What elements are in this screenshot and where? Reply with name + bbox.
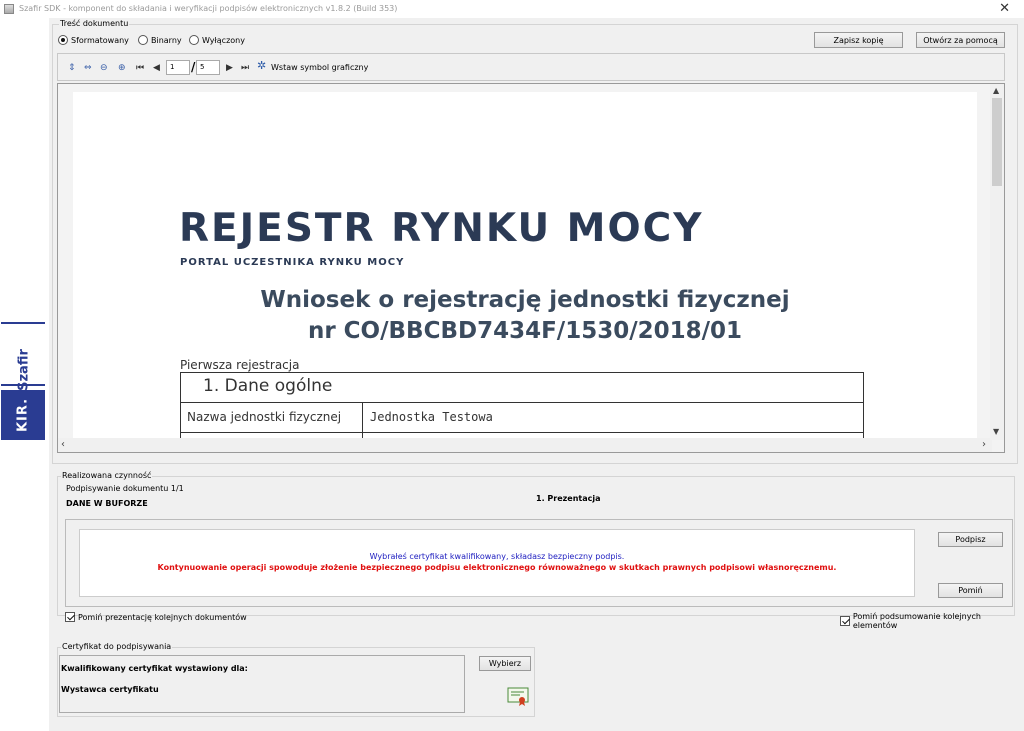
document-page: REJESTR RYNKU MOCY PORTAL UCZESTNIKA RYN… xyxy=(73,92,977,452)
radio-formatted-label: Sformatowany xyxy=(71,35,129,45)
field-value: Jednostka Testowa xyxy=(370,410,493,424)
page-separator: / xyxy=(191,60,196,74)
current-page-input[interactable]: 1 xyxy=(166,60,190,75)
certificate-icon xyxy=(507,687,529,706)
brand-divider xyxy=(1,384,45,386)
field-label: Nazwa jednostki fizycznej xyxy=(181,403,363,432)
first-page-icon[interactable]: ⏮ xyxy=(136,63,144,73)
kir-logo-text: KIR. xyxy=(15,397,31,433)
choose-certificate-button[interactable]: Wybierz xyxy=(479,656,531,671)
title-bar: Szafir SDK - komponent do składania i we… xyxy=(0,0,1024,18)
first-registration-label: Pierwsza rejestracja xyxy=(180,358,300,372)
radio-formatted[interactable]: Sformatowany xyxy=(58,35,129,45)
skip-summary-checkbox[interactable]: Pomiń podsumowanie kolejnych elementów xyxy=(840,612,1024,630)
radio-binary-circle[interactable] xyxy=(138,35,148,45)
radio-binary-label: Binarny xyxy=(151,35,182,45)
document-heading-line1: Wniosek o rejestrację jednostki fizyczne… xyxy=(260,287,790,313)
certificate-group: Certyfikat do podpisywania Kwalifikowany… xyxy=(57,642,535,717)
scroll-right-icon[interactable]: › xyxy=(982,439,986,450)
fit-height-icon[interactable]: ⇕ xyxy=(68,63,76,73)
certificate-details: Kwalifikowany certyfikat wystawiony dla:… xyxy=(59,655,465,713)
certificate-issued-for-label: Kwalifikowany certyfikat wystawiony dla: xyxy=(61,664,248,673)
zoom-in-icon[interactable]: ⊕ xyxy=(118,63,126,73)
insert-symbol-icon[interactable]: ✲ xyxy=(257,60,266,71)
open-with-button[interactable]: Otwórz za pomocą xyxy=(916,32,1005,48)
action-group: Realizowana czynność Podpisywanie dokume… xyxy=(57,471,1015,616)
horizontal-scrollbar[interactable]: ‹ › xyxy=(58,438,992,452)
document-heading-line2: nr CO/BBCBD7434F/1530/2018/01 xyxy=(307,318,743,344)
brand-divider xyxy=(1,322,45,324)
last-page-icon[interactable]: ⏭ xyxy=(241,63,249,73)
document-viewer[interactable]: REJESTR RYNKU MOCY PORTAL UCZESTNIKA RYN… xyxy=(57,83,1005,453)
insert-symbol-button[interactable]: Wstaw symbol graficzny xyxy=(271,63,368,72)
signing-panel: Wybrałeś certyfikat kwalifikowany, skład… xyxy=(65,519,1013,607)
info-message: Wybrałeś certyfikat kwalifikowany, skład… xyxy=(369,552,625,561)
warning-message: Kontynuowanie operacji spowoduje złożeni… xyxy=(157,563,837,572)
kir-logo: KIR. xyxy=(1,390,45,440)
save-copy-button[interactable]: Zapisz kopię xyxy=(814,32,903,48)
signing-progress: Podpisywanie dokumentu 1/1 xyxy=(66,484,184,493)
skip-presentation-checkbox[interactable]: Pomiń prezentację kolejnych dokumentów xyxy=(65,612,247,622)
skip-presentation-label: Pomiń prezentację kolejnych dokumentów xyxy=(78,612,247,622)
scroll-left-icon[interactable]: ‹ xyxy=(61,439,65,450)
scroll-down-icon[interactable]: ▼ xyxy=(993,427,999,436)
brand-strip: Szafir KIR. xyxy=(0,322,46,440)
action-group-label: Realizowana czynność xyxy=(61,471,153,480)
skip-presentation-box[interactable] xyxy=(65,612,75,622)
radio-binary[interactable]: Binarny xyxy=(138,35,182,45)
document-content-group-label: Treść dokumentu xyxy=(59,19,130,28)
close-icon[interactable]: ✕ xyxy=(999,1,1010,16)
table-row: Nazwa jednostki fizycznej Jednostka Test… xyxy=(181,403,863,433)
zoom-out-icon[interactable]: ⊖ xyxy=(100,63,108,73)
scroll-up-icon[interactable]: ▲ xyxy=(993,86,999,95)
radio-disabled[interactable]: Wyłączony xyxy=(189,35,245,45)
total-pages-field: 5 xyxy=(196,60,220,75)
certificate-issuer-label: Wystawca certyfikatu xyxy=(61,685,159,694)
general-data-table: 1. Dane ogólne Nazwa jednostki fizycznej… xyxy=(180,372,864,446)
window-title: Szafir SDK - komponent do składania i we… xyxy=(19,4,398,13)
radio-formatted-circle[interactable] xyxy=(58,35,68,45)
app-icon xyxy=(4,4,14,14)
buffer-label: DANE W BUFORZE xyxy=(66,499,148,508)
register-logo-subtitle: PORTAL UCZESTNIKA RYNKU MOCY xyxy=(180,257,405,268)
previous-page-icon[interactable]: ◀ xyxy=(153,63,160,73)
skip-summary-label: Pomiń podsumowanie kolejnych elementów xyxy=(852,612,981,630)
next-page-icon[interactable]: ▶ xyxy=(226,63,233,73)
sign-button[interactable]: Podpisz xyxy=(938,532,1003,547)
section-title: 1. Dane ogólne xyxy=(181,373,863,403)
radio-disabled-label: Wyłączony xyxy=(202,35,245,45)
stage-label: 1. Prezentacja xyxy=(536,494,601,503)
message-box: Wybrałeś certyfikat kwalifikowany, skład… xyxy=(79,529,915,597)
viewer-toolbar: ⇕ ⇔ ⊖ ⊕ ⏮ ◀ 1 / 5 ▶ ⏭ ✲ Wstaw symbol gra… xyxy=(57,53,1005,81)
vertical-scroll-thumb[interactable] xyxy=(992,98,1002,186)
skip-summary-box[interactable] xyxy=(840,616,850,626)
certificate-group-label: Certyfikat do podpisywania xyxy=(61,642,173,651)
main-content: Treść dokumentu Sformatowany Binarny Wył… xyxy=(49,18,1024,731)
skip-button[interactable]: Pomiń xyxy=(938,583,1003,598)
radio-disabled-circle[interactable] xyxy=(189,35,199,45)
fit-width-icon[interactable]: ⇔ xyxy=(84,63,92,73)
vertical-scrollbar[interactable]: ▲ ▼ xyxy=(990,84,1004,440)
register-logo-title: REJESTR RYNKU MOCY xyxy=(179,206,704,251)
